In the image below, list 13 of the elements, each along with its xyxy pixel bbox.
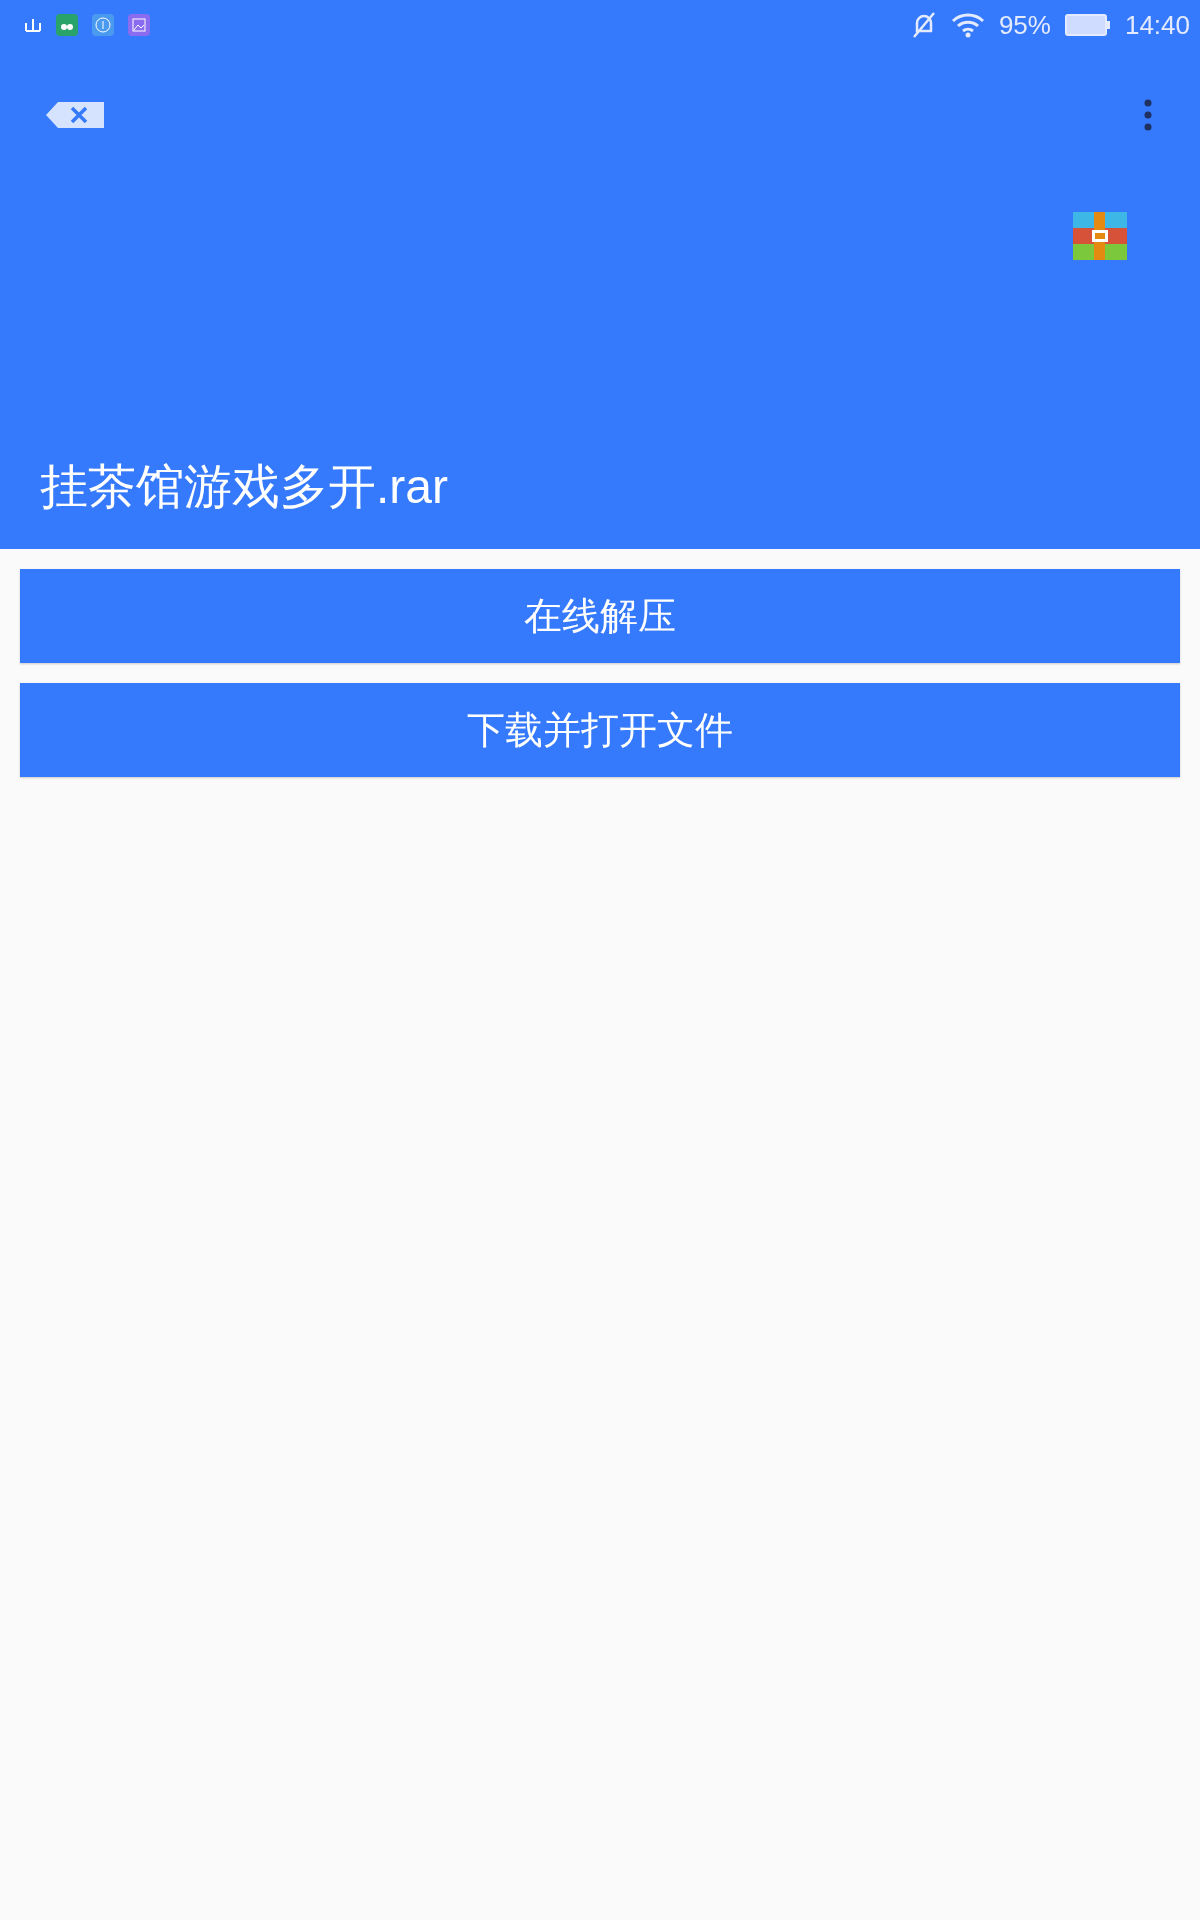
muted-icon <box>910 11 937 39</box>
image-icon <box>128 14 150 36</box>
battery-percent: 95% <box>998 9 1051 41</box>
info-icon <box>92 14 114 36</box>
action-button[interactable]: 在线解压 <box>20 569 1180 663</box>
action-button[interactable]: 下载并打开文件 <box>20 683 1180 777</box>
clock: 14:40 <box>1124 9 1190 41</box>
file-name: 挂茶馆游戏多开.rar <box>39 459 449 515</box>
battery-icon <box>1064 14 1111 36</box>
wifi-icon <box>950 12 985 38</box>
mountain-icon <box>24 17 42 33</box>
app-icon <box>56 14 78 36</box>
archive-icon <box>1073 212 1127 260</box>
